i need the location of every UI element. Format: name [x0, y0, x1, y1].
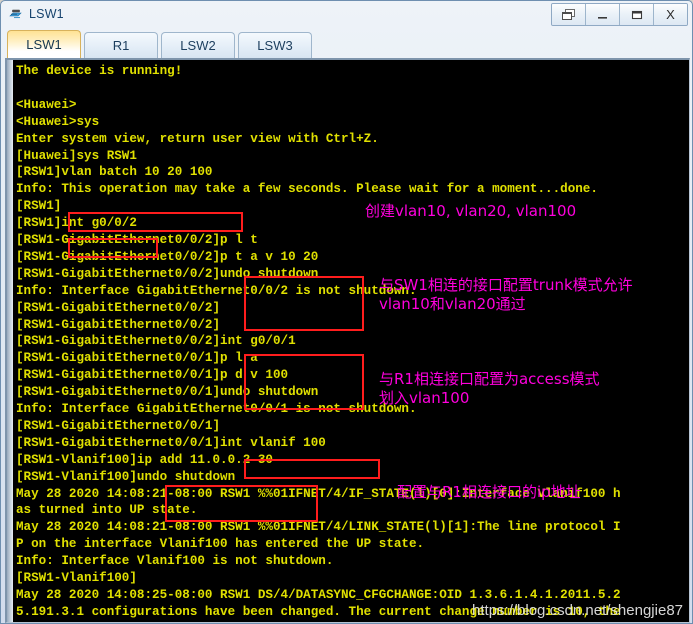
terminal-line: May 28 2020 14:08:25-08:00 RSW1 DS/4/DAT… — [16, 587, 621, 602]
window-controls: X — [551, 3, 688, 26]
annotation-create-vlans: 创建vlan10, vlan20, vlan100 — [365, 202, 577, 220]
watermark-text: https://blog.csdn.net/shengjie87 — [472, 602, 683, 619]
annotation-trunk-mode: 与SW1相连的接口配置trunk模式允许 vlan10和vlan20通过 — [379, 276, 633, 313]
terminal-line: [RSW1]vlan batch 10 20 100 — [16, 165, 213, 180]
terminal-line: May 28 2020 14:08:21-08:00 RSW1 %%01IFNE… — [16, 520, 621, 535]
terminal-line: Enter system view, return user view with… — [16, 131, 379, 146]
terminal-line: as turned into UP state. — [16, 503, 198, 518]
tab-lsw3[interactable]: LSW3 — [238, 32, 312, 58]
terminal-line: <Huawei>sys — [16, 114, 100, 129]
terminal-line: <Huawei> — [16, 97, 77, 112]
terminal-line: [RSW1-GigabitEthernet0/0/1] — [16, 418, 221, 433]
tab-r1[interactable]: R1 — [84, 32, 158, 58]
terminal-line: [RSW1-GigabitEthernet0/0/1]undo shutdown — [16, 385, 319, 400]
minimize-window-button[interactable] — [586, 4, 620, 25]
terminal-panel: The device is running! <Huawei> <Huawei>sy… — [5, 58, 690, 623]
terminal-line: [RSW1-Vlanif100]ip add 11.0.0.2 30 — [16, 452, 273, 467]
terminal-line: [RSW1-GigabitEthernet0/0/1]int vlanif 10… — [16, 435, 326, 450]
terminal-line: [RSW1] — [16, 199, 62, 214]
terminal-line: P on the interface Vlanif100 has entered… — [16, 537, 425, 552]
title-bar: LSW1 X — [1, 1, 693, 26]
terminal-line: [RSW1-GigabitEthernet0/0/1]p l a — [16, 351, 258, 366]
terminal-line: [RSW1-Vlanif100] — [16, 571, 137, 585]
close-icon: X — [666, 7, 675, 22]
terminal-line: [Huawei]sys RSW1 — [16, 148, 137, 163]
terminal-line: Info: Interface GigabitEthernet0/0/2 is … — [16, 283, 417, 298]
terminal-line: [RSW1-GigabitEthernet0/0/2]p t a v 10 20 — [16, 249, 319, 264]
annotation-ip-address: 配置与R1相连接口的ip地址 — [397, 483, 581, 501]
terminal-line: [RSW1-GigabitEthernet0/0/2]int g0/0/1 — [16, 334, 296, 349]
terminal-line: [RSW1-GigabitEthernet0/0/2]p l t — [16, 233, 258, 247]
terminal-line: Info: This operation may take a few seco… — [16, 182, 598, 197]
terminal-line: [RSW1-GigabitEthernet0/0/2]undo shutdown — [16, 266, 319, 281]
tab-label: LSW1 — [26, 37, 62, 52]
terminal-line: [RSW1-GigabitEthernet0/0/1]p d v 100 — [16, 368, 289, 383]
terminal-console[interactable]: The device is running! <Huawei> <Huawei>sy… — [13, 60, 689, 622]
terminal-line: [RSW1]int g0/0/2 — [16, 216, 137, 231]
tab-label: LSW3 — [257, 38, 293, 53]
terminal-line: [RSW1-Vlanif100]undo shutdown — [16, 469, 236, 484]
terminal-line: The device is running! — [16, 64, 183, 78]
close-window-button[interactable]: X — [654, 4, 687, 25]
tab-label: LSW2 — [180, 38, 216, 53]
annotation-access-mode: 与R1相连接口配置为access模式 划入vlan100 — [379, 370, 600, 407]
tab-lsw1[interactable]: LSW1 — [7, 30, 81, 58]
terminal-line: Info: Interface GigabitEthernet0/0/1 is … — [16, 402, 417, 416]
tab-lsw2[interactable]: LSW2 — [161, 32, 235, 58]
device-cli-window: LSW1 X LSW1 R1 LSW2 LSW3 The device is r… — [0, 0, 693, 624]
switch-icon — [8, 6, 24, 22]
terminal-line: Info: Interface Vlanif100 is not shutdow… — [16, 554, 334, 569]
window-title: LSW1 — [29, 6, 64, 21]
terminal-line: [RSW1-GigabitEthernet0/0/2] — [16, 317, 221, 332]
maximize-window-button[interactable] — [620, 4, 654, 25]
terminal-line: [RSW1-GigabitEthernet0/0/2] — [16, 300, 221, 315]
device-tab-bar: LSW1 R1 LSW2 LSW3 — [1, 26, 693, 58]
restore-window-button[interactable] — [552, 4, 586, 25]
tab-label: R1 — [112, 38, 130, 53]
